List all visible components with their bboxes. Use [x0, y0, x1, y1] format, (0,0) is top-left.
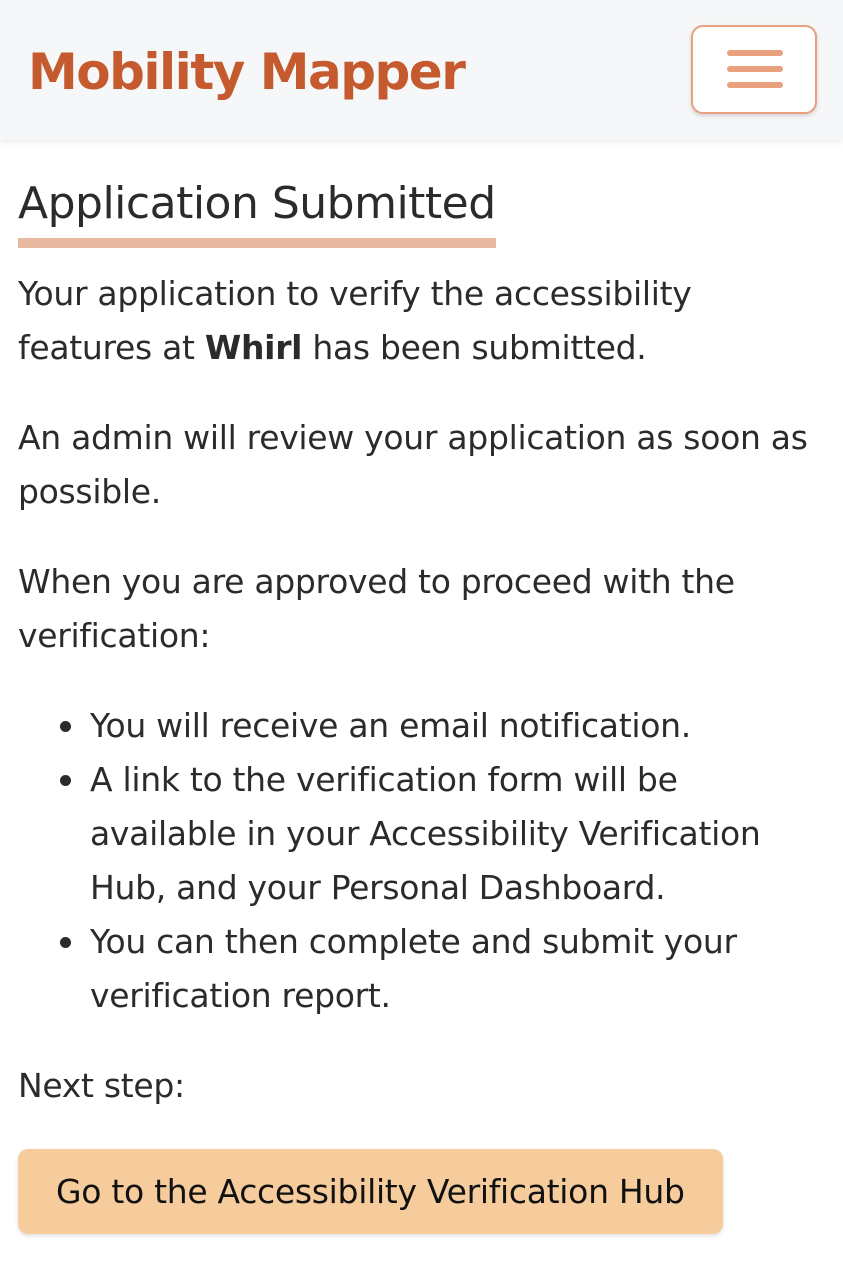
approved-paragraph: When you are approved to proceed with th…: [18, 562, 735, 655]
venue-name: Whirl: [204, 328, 303, 367]
list-item-text: A link to the verification form will be …: [90, 760, 761, 907]
brand-logo-text[interactable]: Mobility Mapper: [28, 40, 466, 104]
navbar: Mobility Mapper: [0, 0, 843, 140]
bullet-icon: [60, 721, 71, 732]
menu-toggle-button[interactable]: [691, 25, 817, 114]
page-title: Application Submitted: [18, 170, 496, 248]
list-item-text: You can then complete and submit your ve…: [90, 922, 737, 1015]
bullet-icon: [60, 937, 71, 948]
bullet-icon: [60, 775, 71, 786]
intro-text-after: has been submitted.: [302, 328, 647, 367]
steps-list: You will receive an email notification. …: [18, 699, 818, 1023]
next-step-label: Next step:: [18, 1066, 185, 1105]
list-item: A link to the verification form will be …: [60, 753, 818, 915]
intro-paragraph: Your application to verify the accessibi…: [18, 267, 818, 375]
list-item: You will receive an email notification.: [60, 699, 818, 753]
list-item: You can then complete and submit your ve…: [60, 915, 818, 1023]
go-to-hub-button[interactable]: Go to the Accessibility Verification Hub: [18, 1149, 723, 1234]
main-content: Application Submitted Your application t…: [18, 170, 818, 1234]
review-paragraph: An admin will review your application as…: [18, 418, 808, 511]
list-item-text: You will receive an email notification.: [90, 706, 691, 745]
